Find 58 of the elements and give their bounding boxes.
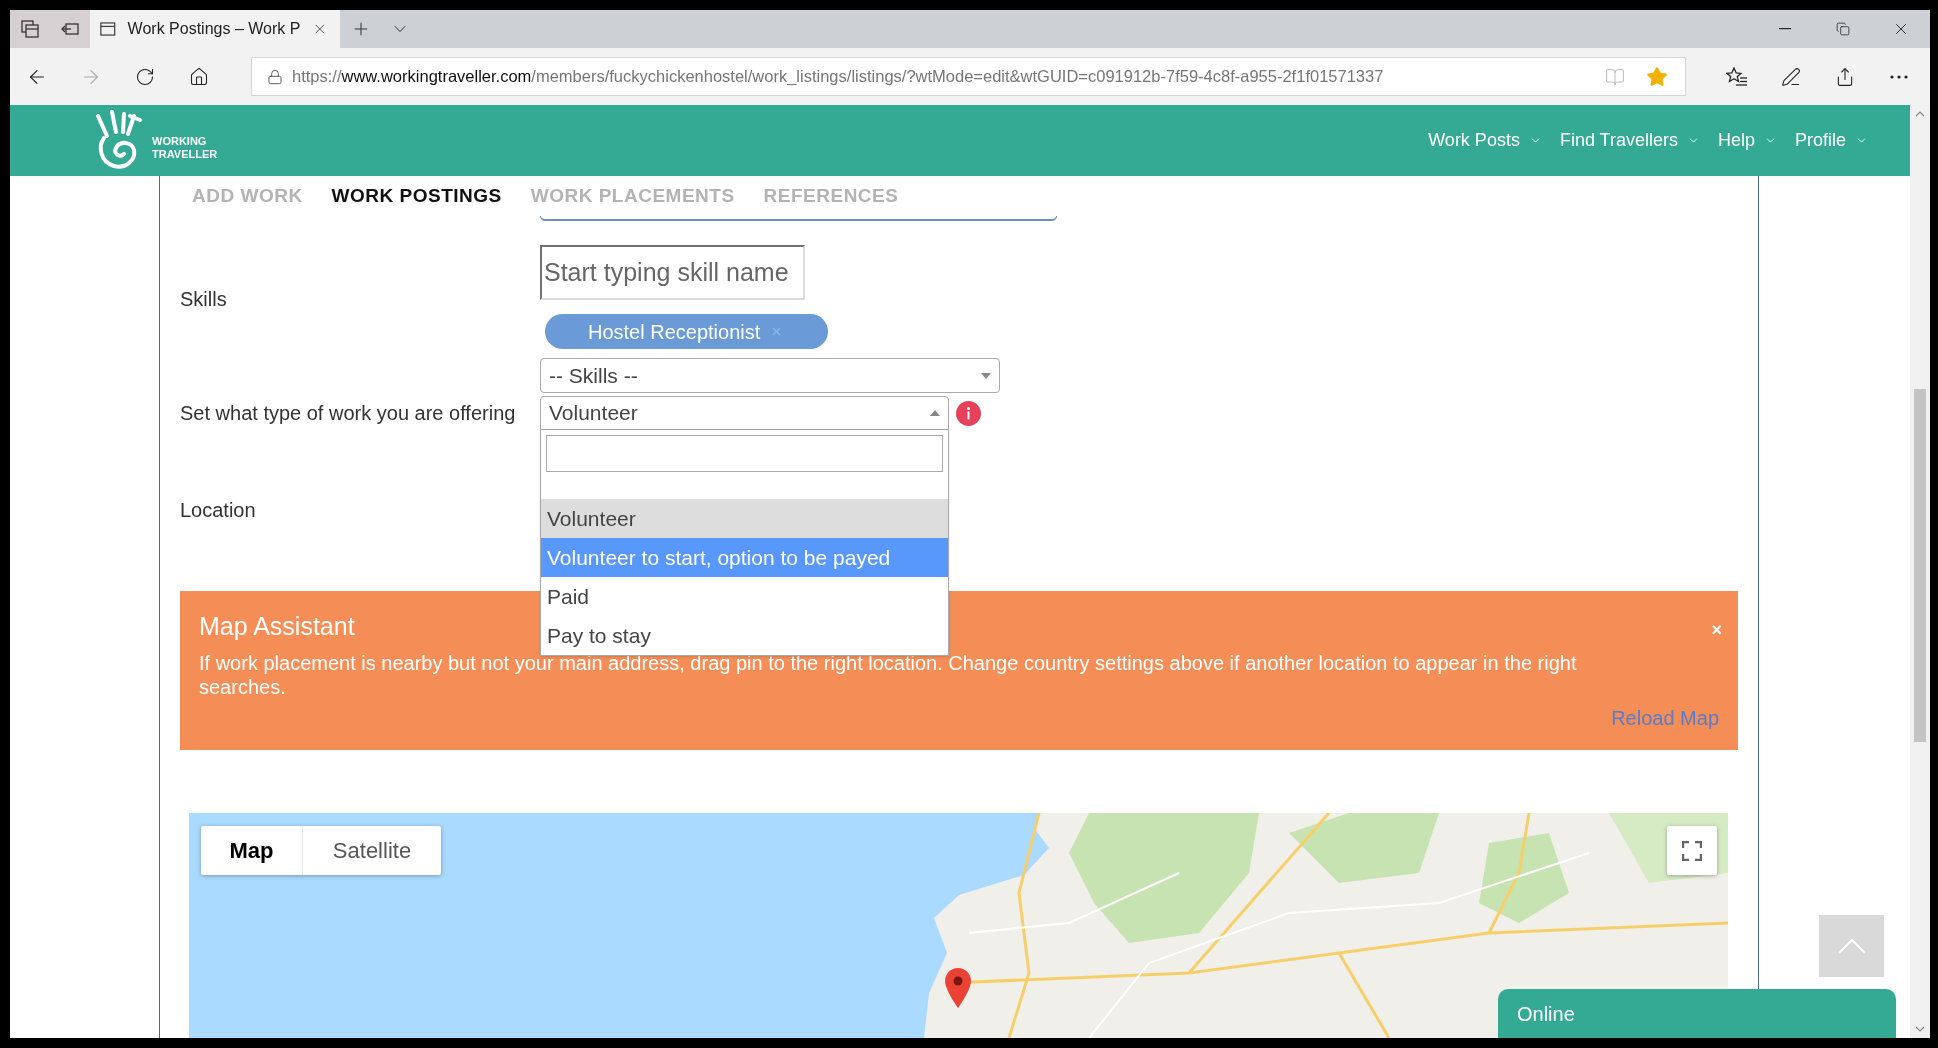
caret-down-icon [981,372,991,379]
map-view-tab[interactable]: Satellite [302,826,441,875]
more-icon [1890,74,1908,79]
logo-text: WORKING [152,134,208,148]
chevron-up-icon [1837,938,1866,954]
nav-menu-item[interactable]: Profile [1794,120,1868,161]
map-pin-icon[interactable] [945,968,971,1008]
caret-down-icon[interactable] [1915,1026,1925,1032]
scrollbar-thumb[interactable] [1914,389,1926,742]
section-tab[interactable]: WORK POSTINGS [331,181,502,211]
section-tab[interactable]: ADD WORK [192,181,303,211]
restore-tabs-icon[interactable] [61,21,79,37]
dropdown-option[interactable]: Volunteer to start, option to be payed [541,538,948,577]
input-field[interactable] [540,216,1057,221]
restore-icon [1836,22,1850,36]
map-view-tab[interactable]: Map [201,826,302,875]
field-label: Skills [180,287,227,311]
skill-search-field[interactable]: Start typing skill name [540,245,805,300]
tab-title: Work Postings – Work P [127,19,301,39]
fullscreen-icon [1682,840,1702,861]
address-bar[interactable]: https://www.workingtraveller.com/members/fuckychickenhostel/work_listings/listings/?wtMode=edit&wtGUID=c091912b-7f59-4c8f-a955-2f1f01571337 [251,57,1686,96]
work-type-select[interactable]: Volunteer [540,396,949,430]
fullscreen-button[interactable] [1667,826,1717,875]
favorite-star-icon[interactable] [1646,65,1668,88]
logo-text: TRAVELLER [152,147,218,161]
skills-select[interactable]: -- Skills -- [540,358,1000,393]
dropdown-option[interactable]: Volunteer [541,499,948,538]
share-icon [1835,66,1855,87]
field-label: Set what type of work you are offering [180,401,516,425]
section-tab[interactable]: REFERENCES [763,181,899,211]
pen-icon [1781,66,1801,87]
skill-tag[interactable]: Hostel Receptionist [545,314,828,349]
field-label: Location [180,498,256,522]
nav-menu-item[interactable]: Help [1717,120,1777,161]
dropdown-option[interactable]: Paid [541,577,948,616]
reload-map-link[interactable]: Reload Map [1611,706,1719,730]
browser-tab[interactable]: Work Postings – Work P [90,10,340,48]
nav-menu-item[interactable]: Find Travellers [1559,120,1700,161]
dropdown-search-field[interactable] [546,435,943,472]
lock-icon [267,68,283,85]
tag-label: Hostel Receptionist [588,319,761,345]
home-icon [189,66,209,87]
panel-title: Map Assistant [199,611,355,641]
close-button[interactable]: × [1711,621,1722,639]
nav-menu-item[interactable]: Work Posts [1428,120,1542,161]
tabs-aside-icon[interactable] [21,20,39,38]
page-icon [100,21,116,37]
chat-button[interactable]: Online [1498,989,1896,1038]
caret-up-icon [930,410,940,416]
minimize-icon [1779,28,1791,30]
caret-up-icon[interactable] [1915,111,1925,117]
dropdown-option[interactable]: Pay to stay [541,616,948,655]
favorites-icon [1726,66,1748,87]
info-icon[interactable] [956,400,981,426]
url-text: https://www.workingtraveller.com/members/fuckychickenhostel/work_listings/listings/?wtMode=edit&wtGUID=c091912b-7f59-4c8f-a955-2f1f01571337 [292,66,1384,88]
reading-view-icon[interactable] [1605,66,1625,87]
section-tab[interactable]: WORK PLACEMENTS [530,181,735,211]
refresh-icon [135,66,155,87]
